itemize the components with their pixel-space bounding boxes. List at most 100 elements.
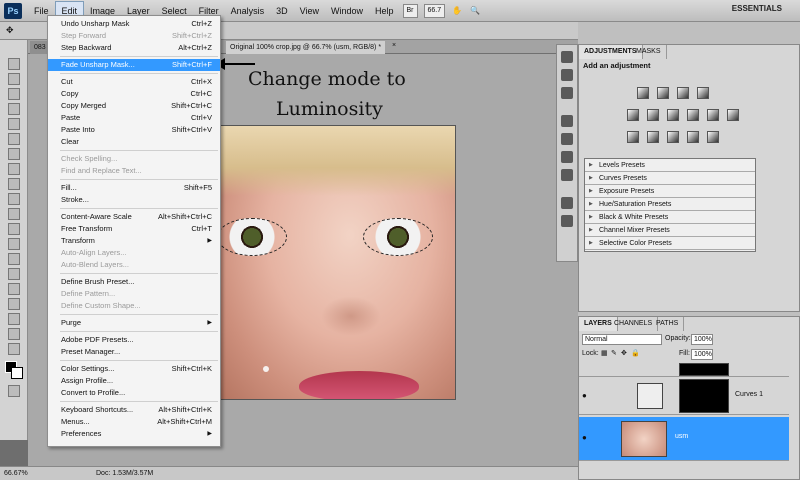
pen-tool-icon[interactable]	[8, 253, 20, 265]
zoom-tool-icon[interactable]	[8, 343, 20, 355]
edit-menu-item[interactable]: Define Brush Preset...	[48, 276, 220, 288]
info-icon[interactable]	[561, 169, 573, 181]
edit-menu-item[interactable]: Clear	[48, 136, 220, 148]
color-balance-icon[interactable]	[667, 109, 679, 121]
photo-filter-icon[interactable]	[707, 109, 719, 121]
color-icon[interactable]	[561, 115, 573, 127]
edit-menu-item[interactable]: Adobe PDF Presets...	[48, 334, 220, 346]
edit-menu-item[interactable]: Copy Merged Shift+Ctrl+C	[48, 100, 220, 112]
background-color-swatch[interactable]	[11, 367, 23, 379]
edit-menu-item[interactable]: Paste Into Shift+Ctrl+V	[48, 124, 220, 136]
visibility-eye-icon[interactable]: ●	[582, 433, 592, 443]
layer-row-curves[interactable]: ● Curves 1	[579, 377, 789, 415]
menu-help[interactable]: Help	[369, 0, 400, 22]
hand-tool-icon[interactable]: ✋	[448, 6, 466, 15]
fill-field[interactable]: 100%	[691, 349, 713, 360]
curves-adjustment-icon[interactable]	[637, 383, 663, 409]
preset-levels[interactable]: Levels Presets	[585, 159, 755, 172]
blend-mode-select[interactable]: Normal	[582, 334, 662, 345]
lock-transparent-icon[interactable]: ▦	[601, 349, 608, 357]
edit-menu-item[interactable]: Color Settings... Shift+Ctrl+K	[48, 363, 220, 375]
healing-brush-tool-icon[interactable]	[8, 148, 20, 160]
lock-all-icon[interactable]: 🔒	[631, 349, 640, 357]
tab-paths[interactable]: PATHS	[651, 317, 685, 331]
invert-icon[interactable]	[627, 131, 639, 143]
bridge-button[interactable]: Br	[402, 3, 418, 18]
preset-curves[interactable]: Curves Presets	[585, 172, 755, 185]
gradient-tool-icon[interactable]	[8, 223, 20, 235]
zoom-level-field[interactable]: 66.7	[423, 3, 446, 18]
black-white-icon[interactable]	[687, 109, 699, 121]
layer-name[interactable]: usm	[675, 433, 688, 440]
layer-name[interactable]: Curves 1	[735, 391, 763, 398]
tab-masks[interactable]: MASKS	[631, 45, 667, 59]
close-tab-icon[interactable]: ×	[392, 42, 396, 49]
brightness-contrast-icon[interactable]	[637, 87, 649, 99]
zoom-tool-icon[interactable]: 🔍	[466, 6, 484, 15]
menu-analysis[interactable]: Analysis	[225, 0, 271, 22]
selective-color-icon[interactable]	[707, 131, 719, 143]
adjustments-footer-icons[interactable]	[755, 297, 795, 307]
3d-rotate-tool-icon[interactable]	[8, 313, 20, 325]
quick-selection-tool-icon[interactable]	[8, 103, 20, 115]
edit-menu-item[interactable]: Copy Ctrl+C	[48, 88, 220, 100]
posterize-icon[interactable]	[647, 131, 659, 143]
crop-tool-icon[interactable]	[8, 118, 20, 130]
edit-menu-item[interactable]: Undo Unsharp Mask Ctrl+Z	[48, 18, 220, 30]
lock-image-icon[interactable]: ✎	[611, 349, 617, 357]
edit-menu-item[interactable]: Free Transform Ctrl+T	[48, 223, 220, 235]
color-swatches[interactable]	[5, 361, 27, 385]
layer-mask-thumbnail[interactable]	[679, 363, 729, 376]
edit-menu-item[interactable]: Stroke...	[48, 194, 220, 206]
clone-stamp-tool-icon[interactable]	[8, 178, 20, 190]
menu-window[interactable]: Window	[325, 0, 369, 22]
threshold-icon[interactable]	[667, 131, 679, 143]
mini-bridge-icon[interactable]	[561, 51, 573, 63]
dodge-tool-icon[interactable]	[8, 238, 20, 250]
gradient-map-icon[interactable]	[687, 131, 699, 143]
workspace-switcher[interactable]: ESSENTIALS	[732, 4, 782, 13]
layer-thumbnail[interactable]	[621, 421, 667, 457]
layers-footer-icons[interactable]	[679, 467, 779, 477]
marquee-tool-icon[interactable]	[8, 73, 20, 85]
edit-menu-item[interactable]: Cut Ctrl+X	[48, 76, 220, 88]
quick-mask-icon[interactable]	[8, 385, 20, 397]
lock-position-icon[interactable]: ✥	[621, 349, 627, 357]
type-tool-icon[interactable]	[8, 268, 20, 280]
zoom-status[interactable]: 66.67%	[4, 467, 28, 480]
edit-menu-item[interactable]: Step Backward Alt+Ctrl+Z	[48, 42, 220, 54]
layer-mask-thumbnail[interactable]	[679, 379, 729, 413]
history-brush-tool-icon[interactable]	[8, 193, 20, 205]
edit-menu-item[interactable]: Transform ▶	[48, 235, 220, 247]
preset-channel-mixer[interactable]: Channel Mixer Presets	[585, 224, 755, 237]
exposure-icon[interactable]	[697, 87, 709, 99]
preset-selective-color[interactable]: Selective Color Presets	[585, 237, 755, 250]
path-selection-tool-icon[interactable]	[8, 283, 20, 295]
paragraph-icon[interactable]	[561, 215, 573, 227]
eraser-tool-icon[interactable]	[8, 208, 20, 220]
edit-menu-item[interactable]: Fill... Shift+F5	[48, 182, 220, 194]
layer-row-top[interactable]	[579, 363, 789, 377]
edit-menu-item[interactable]: Content-Aware Scale Alt+Shift+Ctrl+C	[48, 211, 220, 223]
edit-menu-item[interactable]: Purge ▶	[48, 317, 220, 329]
edit-menu-item[interactable]: Preset Manager...	[48, 346, 220, 358]
styles-icon[interactable]	[561, 151, 573, 163]
swatches-icon[interactable]	[561, 133, 573, 145]
menu-view[interactable]: View	[294, 0, 325, 22]
vibrance-icon[interactable]	[627, 109, 639, 121]
tab-original-crop[interactable]: Original 100% crop.jpg @ 66.7% (usm, RGB…	[226, 41, 386, 54]
edit-menu-item[interactable]: Fade Unsharp Mask... Shift+Ctrl+F	[48, 59, 220, 71]
menu-3d[interactable]: 3D	[270, 0, 294, 22]
lasso-tool-icon[interactable]	[8, 88, 20, 100]
move-tool-icon[interactable]: ✥	[6, 25, 14, 36]
layer-row-usm[interactable]: ● usm	[579, 417, 789, 461]
channel-mixer-icon[interactable]	[727, 109, 739, 121]
edit-menu-item[interactable]: Menus... Alt+Shift+Ctrl+M	[48, 416, 220, 428]
shape-tool-icon[interactable]	[8, 298, 20, 310]
opacity-field[interactable]: 100%	[691, 334, 713, 345]
preset-black-white[interactable]: Black & White Presets	[585, 211, 755, 224]
preset-hue-saturation[interactable]: Hue/Saturation Presets	[585, 198, 755, 211]
edit-menu-item[interactable]: Keyboard Shortcuts... Alt+Shift+Ctrl+K	[48, 404, 220, 416]
preset-exposure[interactable]: Exposure Presets	[585, 185, 755, 198]
brush-tool-icon[interactable]	[8, 163, 20, 175]
